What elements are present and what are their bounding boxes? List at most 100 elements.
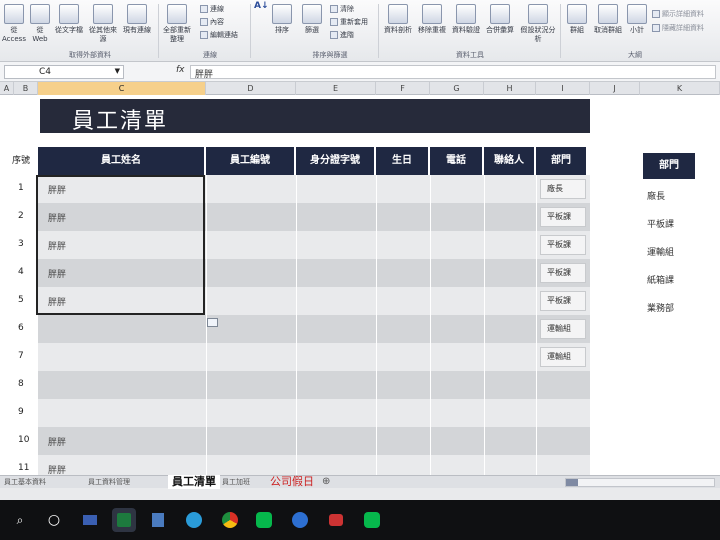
cell-divider <box>376 343 377 371</box>
table-row[interactable] <box>38 371 590 399</box>
excel-icon[interactable] <box>112 508 136 532</box>
from-web-button[interactable]: 從 Web <box>28 2 52 46</box>
column-header-e[interactable]: E <box>296 82 376 95</box>
camera-icon[interactable] <box>324 508 348 532</box>
scrollbar-thumb[interactable] <box>566 479 578 486</box>
cell-department[interactable]: 平板課 <box>540 291 586 311</box>
line-icon[interactable] <box>252 508 276 532</box>
header-birthday[interactable]: 生日 <box>376 147 430 175</box>
advanced-button[interactable]: 進階 <box>330 31 354 40</box>
group-outline: 大綱 <box>628 51 642 59</box>
column-header-j[interactable]: J <box>590 82 640 95</box>
cell-department[interactable]: 平板課 <box>540 207 586 227</box>
cell-divider <box>296 203 297 231</box>
ungroup-icon <box>598 4 618 24</box>
text-to-columns-button[interactable]: 資料剖析 <box>382 2 414 46</box>
cell-divider <box>296 315 297 343</box>
from-text-button[interactable]: 從文字檔 <box>54 2 84 46</box>
column-header-k[interactable]: K <box>640 82 720 95</box>
properties-button[interactable]: 內容 <box>200 18 224 27</box>
column-header-b[interactable]: B <box>14 82 38 95</box>
tab-employee-manage[interactable]: 員工資料管理 <box>88 476 130 488</box>
header-phone[interactable]: 電話 <box>430 147 484 175</box>
cell-employee-name[interactable]: 胖胖 <box>48 463 66 475</box>
table-row[interactable] <box>38 315 590 343</box>
chrome-icon[interactable] <box>218 508 242 532</box>
cell-department[interactable]: 平板課 <box>540 235 586 255</box>
reapply-button[interactable]: 重新套用 <box>330 18 368 27</box>
cell-department[interactable]: 運輸組 <box>540 319 586 339</box>
department-list-item[interactable]: 平板課 <box>647 217 674 230</box>
consolidate-button[interactable]: 合併彙算 <box>484 2 516 46</box>
cell-department[interactable]: 運輸組 <box>540 347 586 367</box>
column-header-c[interactable]: C <box>38 82 206 95</box>
cell-divider <box>536 231 537 259</box>
quick-analysis-icon[interactable] <box>207 318 218 327</box>
department-list-item[interactable]: 運輸組 <box>647 245 674 258</box>
show-detail-button[interactable]: 顯示詳細資料 <box>652 10 704 19</box>
horizontal-scrollbar[interactable] <box>565 478 715 487</box>
tab-company-holidays[interactable]: 公司假日 <box>270 476 314 488</box>
table-row[interactable] <box>38 399 590 427</box>
what-if-button[interactable]: 假設狀況分析 <box>520 2 556 46</box>
column-header-i[interactable]: I <box>536 82 590 95</box>
column-header-h[interactable]: H <box>484 82 536 95</box>
line2-icon[interactable] <box>360 508 384 532</box>
cell-divider <box>206 371 207 399</box>
table-row[interactable] <box>38 343 590 371</box>
sort-button[interactable]: 排序 <box>270 2 294 46</box>
department-list-item[interactable]: 紙箱課 <box>647 273 674 286</box>
tab-employee-basic[interactable]: 員工基本資料 <box>4 476 46 488</box>
table-row[interactable] <box>38 427 590 455</box>
hide-detail-button[interactable]: 隱藏詳細資料 <box>652 24 704 33</box>
name-box[interactable]: C4 ▼ <box>4 65 124 79</box>
group-button[interactable]: 群組 <box>564 2 590 46</box>
insert-function-icon[interactable]: fx <box>176 65 185 75</box>
cell-divider <box>536 287 537 315</box>
ungroup-button[interactable]: 取消群組 <box>592 2 624 46</box>
column-header-f[interactable]: F <box>376 82 430 95</box>
cell-divider <box>484 315 485 343</box>
table-row[interactable] <box>38 455 590 475</box>
file-explorer-icon[interactable] <box>78 508 102 532</box>
edit-links-button[interactable]: 編輯連結 <box>200 31 238 40</box>
teams-icon[interactable] <box>288 508 312 532</box>
from-access-button[interactable]: 從Access <box>2 2 26 46</box>
search-icon[interactable]: ⌕ <box>8 508 32 532</box>
column-header-g[interactable]: G <box>430 82 484 95</box>
filter-button[interactable]: 篩選 <box>300 2 324 46</box>
cell-divider <box>430 455 431 475</box>
department-list-item[interactable]: 業務部 <box>647 301 674 314</box>
cell-department[interactable]: 平板課 <box>540 263 586 283</box>
add-sheet-icon[interactable]: ⊕ <box>322 476 330 488</box>
cell-employee-name[interactable]: 胖胖 <box>48 435 66 448</box>
column-header-d[interactable]: D <box>206 82 296 95</box>
refresh-all-button[interactable]: 全部重新整理 <box>160 2 194 46</box>
header-employee-name[interactable]: 員工姓名 <box>38 147 206 175</box>
cortana-icon[interactable]: ○ <box>42 508 66 532</box>
data-validation-button[interactable]: 資料驗證 <box>450 2 482 46</box>
worksheet[interactable]: 員工清單 序號 員工姓名 員工編號 身分證字號 生日 電話 聯絡人 部門 1 胖胖… <box>0 95 720 475</box>
department-list-item[interactable]: 廠長 <box>647 189 665 202</box>
subtotal-button[interactable]: 小計 <box>626 2 648 46</box>
chevron-down-icon[interactable]: ▼ <box>115 67 120 75</box>
existing-connections-button[interactable]: 現有連線 <box>122 2 152 46</box>
from-other-button[interactable]: 從其他來源 <box>86 2 120 46</box>
clear-button[interactable]: 清除 <box>330 5 354 14</box>
connections-button[interactable]: 連線 <box>200 5 224 14</box>
sort-az-button[interactable]: A↓ <box>254 2 269 46</box>
edge-icon[interactable] <box>182 508 206 532</box>
header-id-number[interactable]: 身分證字號 <box>296 147 376 175</box>
formula-input[interactable]: 胖胖 <box>190 65 716 80</box>
notepad-icon[interactable] <box>146 508 170 532</box>
tab-employee-overtime[interactable]: 員工加班 <box>222 476 250 488</box>
cell-department[interactable]: 廠長 <box>540 179 586 199</box>
refresh-icon <box>167 4 187 24</box>
cell-divider <box>376 231 377 259</box>
tab-employee-list[interactable]: 員工清單 <box>168 475 220 489</box>
header-contact[interactable]: 聯絡人 <box>484 147 536 175</box>
header-department[interactable]: 部門 <box>536 147 588 175</box>
column-header-a[interactable]: A <box>0 82 14 95</box>
remove-duplicates-button[interactable]: 移除重複 <box>416 2 448 46</box>
header-employee-id[interactable]: 員工編號 <box>206 147 296 175</box>
